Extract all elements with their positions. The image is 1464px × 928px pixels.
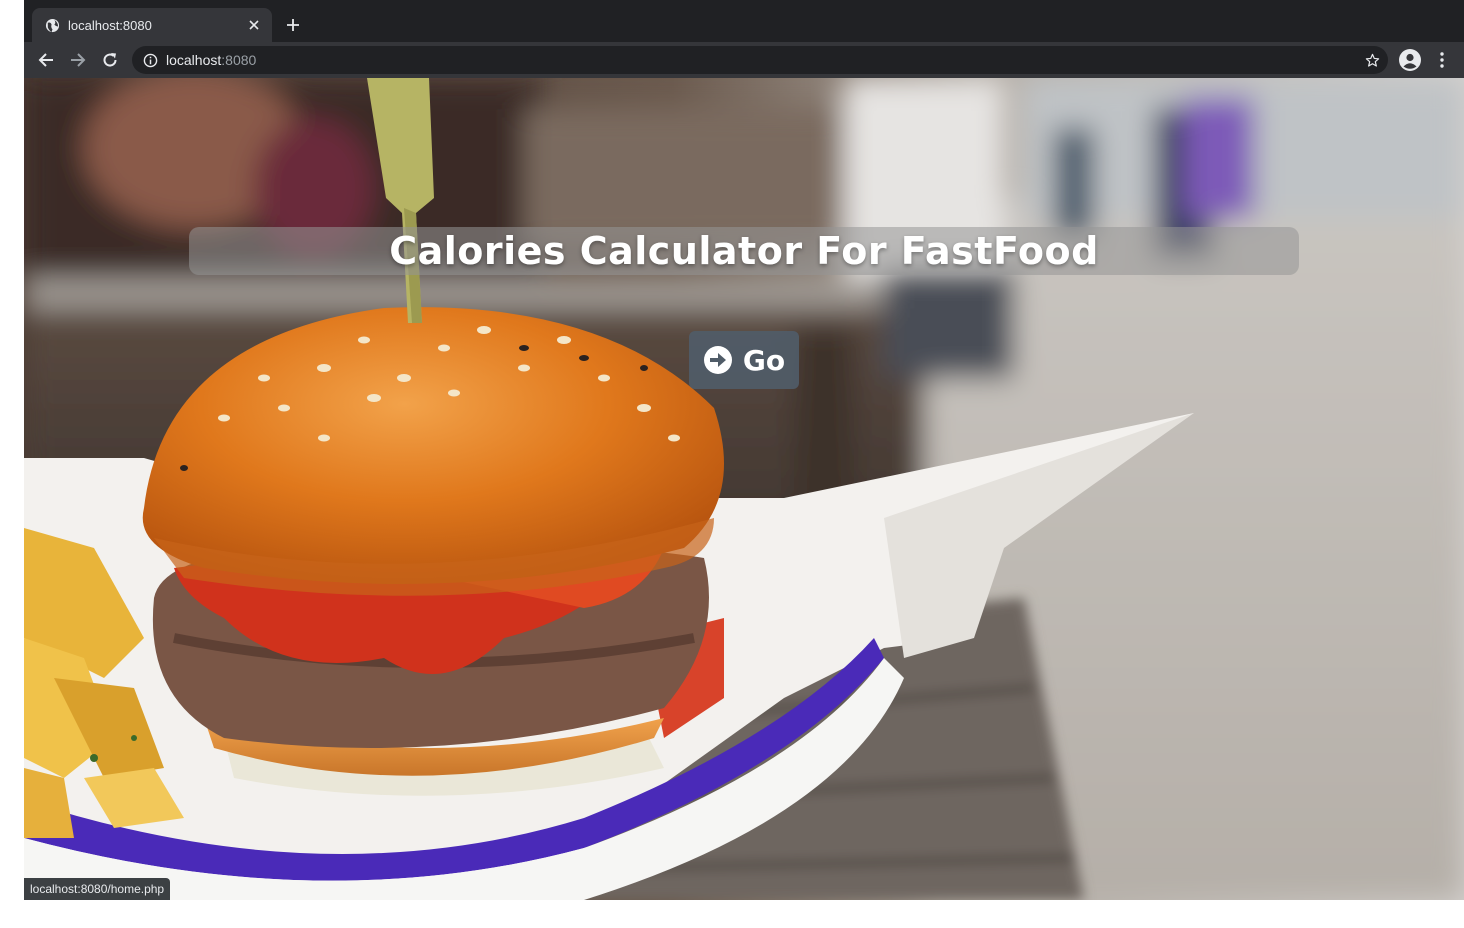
hero-background-image: [24, 78, 1464, 900]
go-button-label: Go: [742, 343, 786, 377]
page-viewport: Calories Calculator For FastFood Go: [24, 78, 1464, 900]
page-title: Calories Calculator For FastFood: [389, 229, 1099, 273]
reload-icon: [103, 53, 117, 67]
tab-title: localhost:8080: [68, 17, 152, 33]
status-bar-url: localhost:8080/home.php: [24, 878, 171, 900]
star-icon[interactable]: [1364, 52, 1380, 68]
kebab-menu-icon[interactable]: [1432, 48, 1452, 72]
arrow-circle-right-icon: [703, 345, 733, 375]
close-icon[interactable]: [246, 17, 262, 33]
go-button[interactable]: Go: [689, 331, 799, 389]
arrow-right-icon: [71, 53, 86, 67]
profile-avatar-icon[interactable]: [1398, 48, 1422, 72]
info-icon[interactable]: [142, 52, 158, 68]
browser-window: localhost:8080 localhost:8080 Calories C…: [24, 0, 1464, 900]
url-port: :8080: [221, 52, 257, 68]
title-banner: Calories Calculator For FastFood: [189, 227, 1299, 275]
forward-button[interactable]: [66, 48, 90, 72]
reload-button[interactable]: [98, 48, 122, 72]
globe-icon: [44, 17, 60, 33]
plus-icon: [287, 19, 299, 31]
browser-toolbar: localhost:8080: [24, 42, 1464, 78]
browser-tab[interactable]: localhost:8080: [32, 8, 272, 42]
url-host: localhost: [166, 52, 222, 68]
arrow-left-icon: [38, 53, 53, 67]
url-text[interactable]: localhost:8080: [166, 52, 256, 68]
tab-strip: localhost:8080: [24, 0, 1464, 42]
new-tab-button[interactable]: [282, 14, 304, 36]
address-bar[interactable]: localhost:8080: [132, 46, 1388, 74]
back-button[interactable]: [34, 48, 58, 72]
